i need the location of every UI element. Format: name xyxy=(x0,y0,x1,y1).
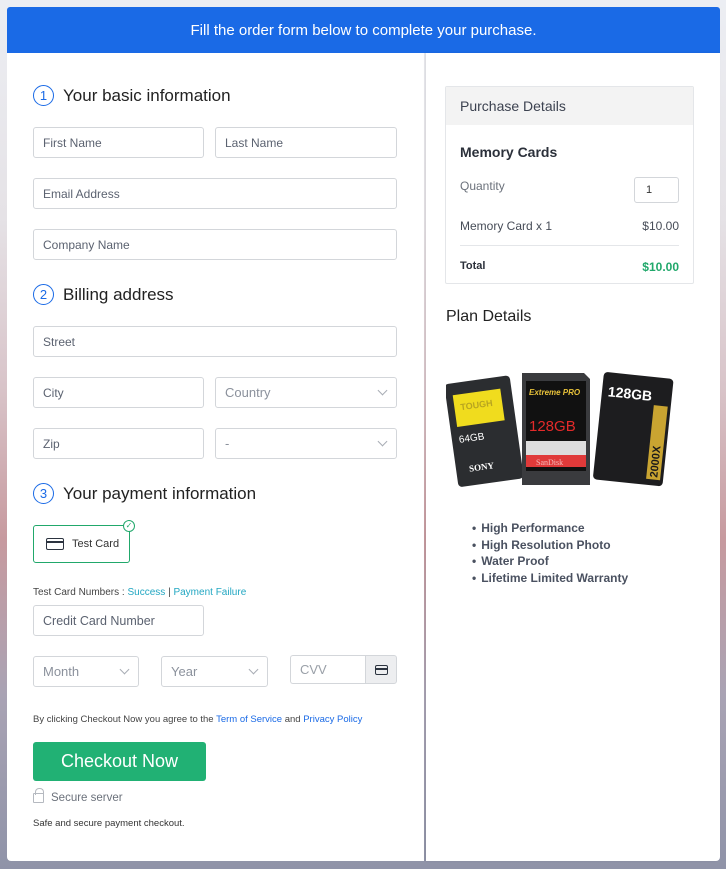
step-1-icon: 1 xyxy=(33,85,54,106)
total-value: $10.00 xyxy=(642,260,679,274)
plan-details-title: Plan Details xyxy=(446,308,532,325)
order-form-banner: Fill the order form below to complete yo… xyxy=(7,7,720,53)
agreement-prefix: By clicking Checkout Now you agree to th… xyxy=(33,714,214,725)
memory-cards-image: TOUGH 64GB SONY Extreme PRO 128GB SanDis… xyxy=(446,372,674,487)
line-item-row: Memory Card x 1 $10.00 xyxy=(460,219,679,233)
credit-card-icon xyxy=(46,538,64,550)
quantity-input[interactable]: 1 xyxy=(634,177,679,203)
summary-panel: Purchase Details Memory Cards Quantity 1… xyxy=(426,53,720,861)
step-3-icon: 3 xyxy=(33,483,54,504)
billing-heading: 2 Billing address xyxy=(33,284,174,305)
test-card-label: Test Card xyxy=(72,538,120,550)
test-card-numbers: Test Card Numbers : Success | Payment Fa… xyxy=(33,587,246,598)
cvv-addon xyxy=(365,655,397,684)
feature-item: High Performance xyxy=(472,521,628,538)
terms-link[interactable]: Term of Service xyxy=(216,714,282,725)
feature-item: Water Proof xyxy=(472,554,628,571)
line-item-price: $10.00 xyxy=(642,219,679,233)
lock-icon xyxy=(33,788,44,803)
card-text: Extreme PRO xyxy=(529,388,581,397)
company-input[interactable]: Company Name xyxy=(33,229,397,260)
country-select[interactable]: Country xyxy=(215,377,397,408)
purchase-details-header: Purchase Details xyxy=(446,87,693,125)
checkout-now-button[interactable]: Checkout Now xyxy=(33,742,206,781)
privacy-link[interactable]: Privacy Policy xyxy=(303,714,362,725)
state-select[interactable]: - xyxy=(215,428,397,459)
sandisk-card: Extreme PRO 128GB SanDisk xyxy=(522,373,590,485)
email-input[interactable]: Email Address xyxy=(33,178,397,209)
feature-item: High Resolution Photo xyxy=(472,538,628,555)
basic-info-title: Your basic information xyxy=(63,85,231,105)
month-select[interactable]: Month xyxy=(33,656,139,687)
safe-checkout-text: Safe and secure payment checkout. xyxy=(33,818,185,829)
line-item-label: Memory Card x 1 xyxy=(460,219,553,233)
payment-failure-link[interactable]: Payment Failure xyxy=(173,587,246,598)
billing-title: Billing address xyxy=(63,284,174,304)
chevron-down-icon xyxy=(248,664,259,675)
payment-title: Your payment information xyxy=(63,483,257,503)
first-name-input[interactable]: First Name xyxy=(33,127,204,158)
year-select[interactable]: Year xyxy=(161,656,268,687)
country-select-value: Country xyxy=(225,385,271,400)
product-title: Memory Cards xyxy=(460,144,558,160)
card-text: SanDisk xyxy=(536,458,563,467)
chevron-down-icon xyxy=(119,664,130,675)
test-card-numbers-label: Test Card Numbers : xyxy=(33,587,125,598)
lexar-card: 128GB 2000X xyxy=(593,372,674,487)
payment-heading: 3 Your payment information xyxy=(33,483,256,504)
success-link[interactable]: Success xyxy=(127,587,165,598)
link-separator: | xyxy=(168,587,171,598)
chevron-down-icon xyxy=(377,385,388,396)
agreement-text: By clicking Checkout Now you agree to th… xyxy=(33,714,362,725)
order-form-panel: 1 Your basic information First Name Last… xyxy=(7,53,424,861)
quantity-label: Quantity xyxy=(460,179,505,193)
state-select-value: - xyxy=(225,436,230,451)
street-input[interactable]: Street xyxy=(33,326,397,357)
total-row: Total $10.00 xyxy=(460,260,679,274)
month-select-value: Month xyxy=(43,664,80,679)
credit-card-icon xyxy=(374,664,388,675)
credit-card-number-input[interactable]: Credit Card Number xyxy=(33,605,204,636)
divider xyxy=(460,245,679,246)
agreement-and: and xyxy=(284,714,301,725)
step-2-icon: 2 xyxy=(33,284,54,305)
last-name-input[interactable]: Last Name xyxy=(215,127,397,158)
feature-list: High Performance High Resolution Photo W… xyxy=(472,521,628,587)
sony-card: TOUGH 64GB SONY xyxy=(446,375,524,487)
basic-info-heading: 1 Your basic information xyxy=(33,85,231,106)
zip-input[interactable]: Zip xyxy=(33,428,204,459)
total-label: Total xyxy=(460,260,486,272)
year-select-value: Year xyxy=(171,664,198,679)
check-circle-icon: ✓ xyxy=(123,520,135,532)
purchase-details-box: Purchase Details Memory Cards Quantity 1… xyxy=(445,86,694,284)
cvv-input[interactable]: CVV xyxy=(290,655,365,684)
test-card-option[interactable]: Test Card ✓ xyxy=(33,520,135,563)
secure-server-label: Secure server xyxy=(51,792,123,804)
city-input[interactable]: City xyxy=(33,377,204,408)
cvv-group: CVV xyxy=(290,655,397,684)
feature-item: Lifetime Limited Warranty xyxy=(472,571,628,588)
chevron-down-icon xyxy=(377,436,388,447)
card-text: 128GB xyxy=(529,418,576,435)
